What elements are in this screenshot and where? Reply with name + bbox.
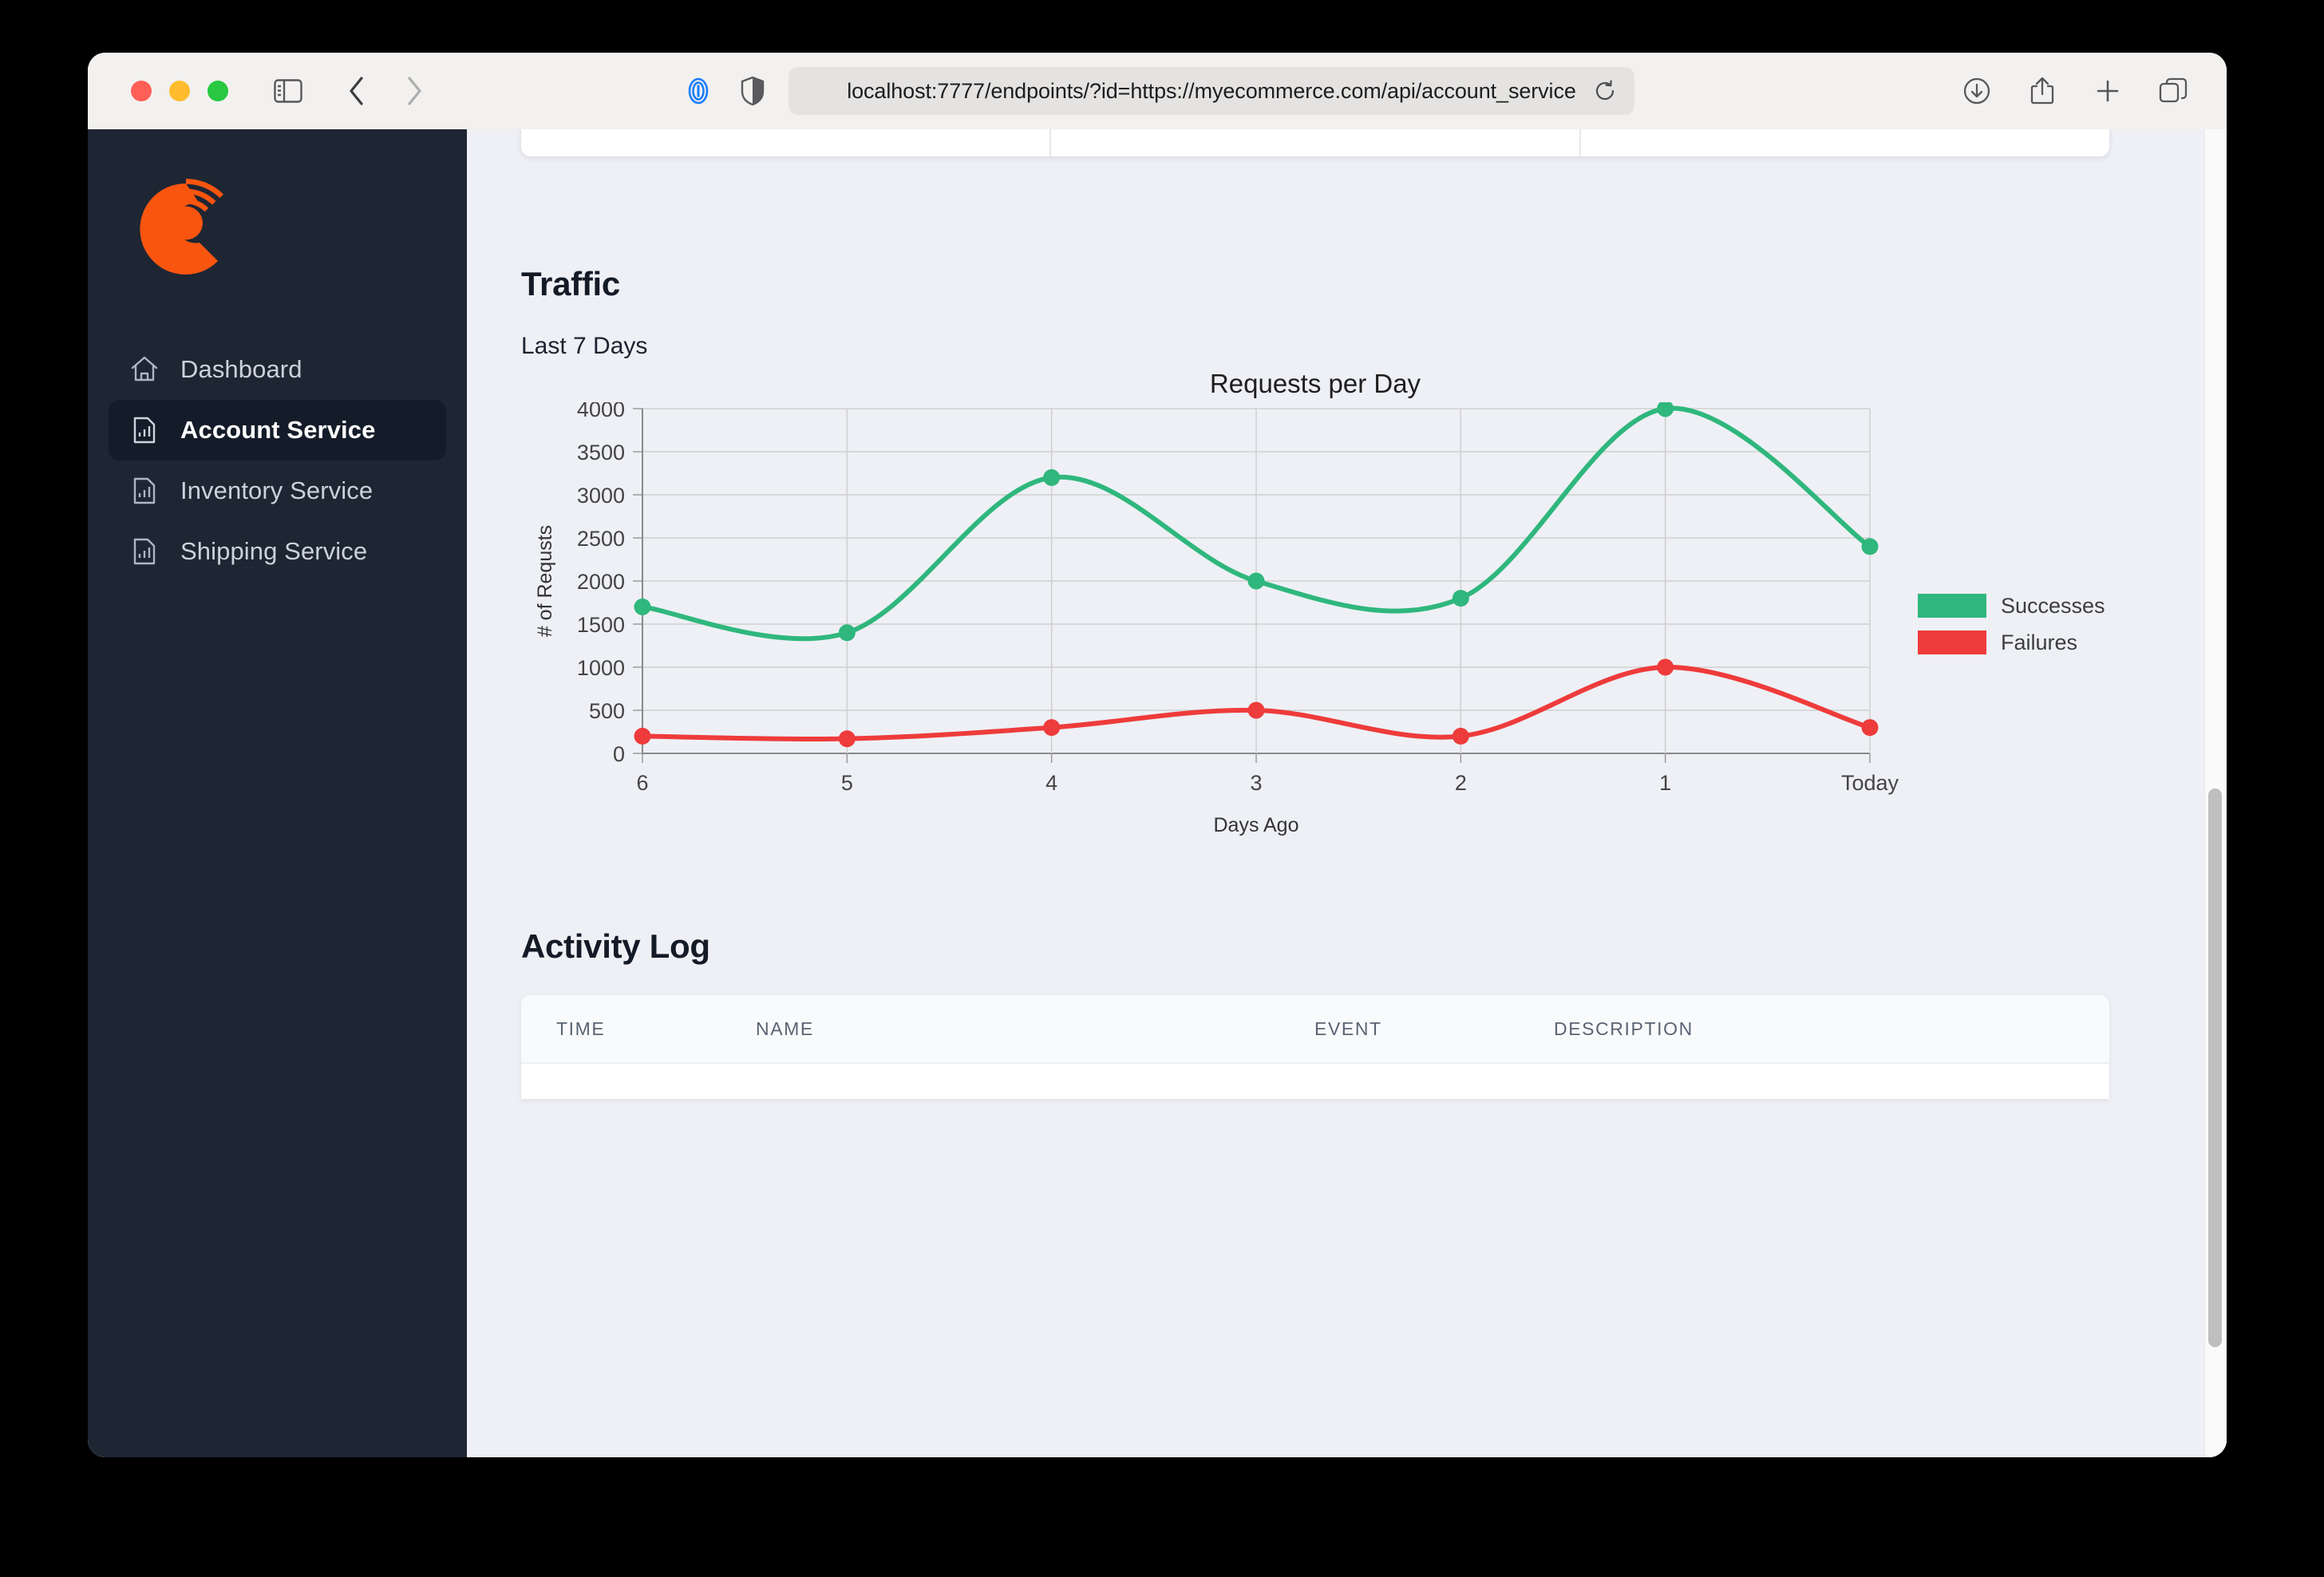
sidebar-toggle-icon[interactable] [270, 73, 306, 109]
share-icon[interactable] [2024, 73, 2061, 109]
svg-text:500: 500 [589, 699, 625, 723]
circular-c-logo [132, 176, 240, 283]
svg-text:1500: 1500 [577, 613, 625, 637]
url-text: localhost:7777/endpoints/?id=https://mye… [847, 78, 1576, 103]
forward-button[interactable] [396, 73, 433, 109]
privacy-report-icon[interactable] [680, 73, 717, 109]
svg-text:4: 4 [1045, 771, 1057, 795]
app-sidebar: Dashboard Account Service Inventory Serv… [88, 129, 467, 1457]
page-scrollbar[interactable] [2204, 129, 2227, 1457]
page-title: Traffic [521, 265, 620, 302]
column-header-name: NAME [756, 1018, 814, 1039]
svg-text:Today: Today [1841, 771, 1899, 795]
activity-log-title: Activity Log [521, 927, 710, 965]
sidebar-item-label: Inventory Service [180, 476, 374, 504]
shield-icon[interactable] [734, 73, 771, 109]
window-controls [131, 81, 228, 101]
toolbar-right-group [1958, 73, 2192, 109]
main-content: Traffic Last 7 Days Requests per Day 0 50… [467, 129, 2227, 1457]
svg-text:1000: 1000 [577, 656, 625, 680]
service-chart-icon [129, 536, 160, 567]
maximize-window-button[interactable] [208, 81, 228, 101]
table-row [521, 1064, 2109, 1099]
stat-card-row [521, 129, 2109, 156]
svg-text:3500: 3500 [577, 441, 625, 464]
sidebar-item-inventory-service[interactable]: Inventory Service [109, 460, 446, 521]
column-header-description: DESCRIPTION [1554, 1018, 1694, 1039]
stat-card[interactable] [521, 129, 1051, 156]
new-tab-icon[interactable] [2089, 73, 2126, 109]
activity-log-table: TIME NAME EVENT DESCRIPTION [521, 995, 2109, 1099]
downloads-icon[interactable] [1958, 73, 1995, 109]
stat-card[interactable] [1581, 129, 2109, 156]
chart-svg: 0 500 1000 1500 2000 2500 3000 3500 4000 6 5 4 3 2 1 To… [534, 402, 2105, 836]
chart-title: Requests per Day [1209, 369, 1421, 398]
sidebar-item-account-service[interactable]: Account Service [109, 400, 446, 460]
sidebar-item-dashboard[interactable]: Dashboard [109, 339, 446, 400]
reload-icon[interactable] [1593, 79, 1617, 103]
address-bar[interactable]: localhost:7777/endpoints/?id=https://mye… [788, 67, 1634, 115]
svg-text:Failures: Failures [2001, 630, 2077, 654]
svg-text:2: 2 [1455, 771, 1467, 795]
svg-text:4000: 4000 [577, 402, 625, 421]
minimize-window-button[interactable] [169, 81, 190, 101]
sidebar-item-label: Account Service [180, 416, 376, 444]
column-header-time: TIME [556, 1018, 606, 1039]
close-window-button[interactable] [131, 81, 152, 101]
traffic-chart: Requests per Day 0 500 1000 1500 2000 2500 300… [521, 369, 2109, 856]
sidebar-item-shipping-service[interactable]: Shipping Service [109, 521, 446, 582]
traffic-subtitle: Last 7 Days [521, 333, 648, 359]
address-bar-group: localhost:7777/endpoints/?id=https://mye… [680, 67, 1634, 115]
svg-text:Successes: Successes [2001, 594, 2105, 618]
svg-text:2500: 2500 [577, 527, 625, 551]
service-chart-icon [129, 415, 160, 445]
column-header-event: EVENT [1314, 1018, 1382, 1039]
sidebar-item-label: Shipping Service [180, 537, 368, 565]
svg-text:6: 6 [636, 771, 648, 795]
sidebar-nav: Dashboard Account Service Inventory Serv… [88, 339, 467, 582]
svg-text:3: 3 [1250, 771, 1262, 795]
stat-card[interactable] [1051, 129, 1581, 156]
svg-text:Days Ago: Days Ago [1213, 814, 1298, 836]
home-icon [129, 354, 160, 385]
page-body: Dashboard Account Service Inventory Serv… [88, 129, 2227, 1457]
svg-text:5: 5 [841, 771, 853, 795]
back-button[interactable] [338, 73, 375, 109]
scrollbar-thumb[interactable] [2208, 788, 2222, 1347]
service-chart-icon [129, 476, 160, 506]
browser-toolbar: localhost:7777/endpoints/?id=https://mye… [88, 53, 2227, 129]
browser-window: localhost:7777/endpoints/?id=https://mye… [88, 53, 2227, 1457]
sidebar-item-label: Dashboard [180, 355, 302, 383]
svg-text:0: 0 [613, 742, 625, 766]
table-header-row: TIME NAME EVENT DESCRIPTION [521, 995, 2109, 1064]
svg-text:2000: 2000 [577, 570, 625, 594]
svg-text:1: 1 [1659, 771, 1671, 795]
tab-overview-icon[interactable] [2155, 73, 2192, 109]
svg-text:# of Requsts: # of Requsts [534, 525, 556, 637]
svg-text:3000: 3000 [577, 484, 625, 508]
